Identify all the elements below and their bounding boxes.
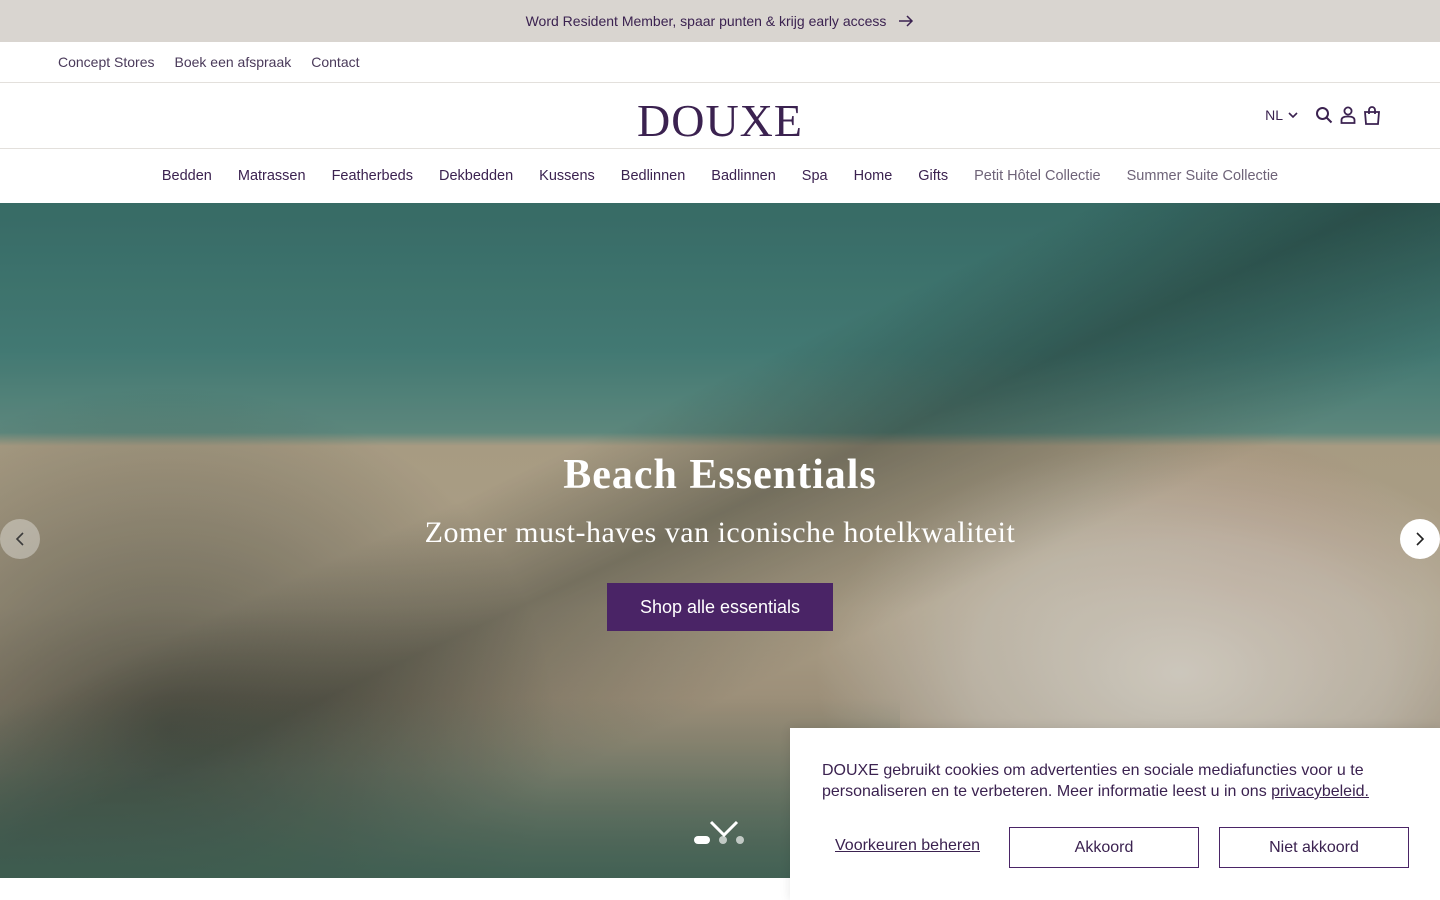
- carousel-dot-2[interactable]: [719, 836, 727, 844]
- carousel-next-button[interactable]: [1400, 519, 1440, 559]
- nav-featherbeds[interactable]: Featherbeds: [332, 168, 413, 184]
- hero-subtitle: Zomer must-haves van iconische hotelkwal…: [424, 516, 1016, 549]
- nav-spa[interactable]: Spa: [802, 168, 828, 184]
- utility-link-boek-afspraak[interactable]: Boek een afspraak: [175, 54, 292, 70]
- announcement-bar[interactable]: Word Resident Member, spaar punten & kri…: [0, 0, 1440, 42]
- search-icon[interactable]: [1314, 105, 1334, 125]
- language-label: NL: [1265, 107, 1283, 123]
- logo[interactable]: DOUXE: [637, 94, 803, 147]
- main-nav: Bedden Matrassen Featherbeds Dekbedden K…: [0, 149, 1440, 203]
- chevron-right-icon: [1416, 532, 1425, 546]
- accept-cookies-button[interactable]: Akkoord: [1009, 827, 1199, 868]
- cart-icon[interactable]: [1362, 105, 1382, 125]
- nav-dekbedden[interactable]: Dekbedden: [439, 168, 513, 184]
- carousel-dots: [694, 836, 753, 844]
- utility-link-concept-stores[interactable]: Concept Stores: [58, 54, 155, 70]
- carousel-dot-1[interactable]: [694, 836, 710, 844]
- nav-matrassen[interactable]: Matrassen: [238, 168, 306, 184]
- utility-link-contact[interactable]: Contact: [311, 54, 359, 70]
- nav-badlinnen[interactable]: Badlinnen: [711, 168, 776, 184]
- nav-petit-hotel-collectie[interactable]: Petit Hôtel Collectie: [974, 168, 1101, 184]
- privacy-policy-link[interactable]: privacybeleid.: [1271, 783, 1369, 800]
- chevron-down-icon: [1288, 111, 1298, 118]
- nav-bedden[interactable]: Bedden: [162, 168, 212, 184]
- utility-nav: Concept Stores Boek een afspraak Contact: [0, 42, 1440, 83]
- nav-bedlinnen[interactable]: Bedlinnen: [621, 168, 686, 184]
- cookie-text: DOUXE gebruikt cookies om advertenties e…: [822, 760, 1382, 802]
- site-header: DOUXE NL: [0, 83, 1440, 149]
- cookie-banner: DOUXE gebruikt cookies om advertenties e…: [790, 728, 1440, 900]
- arrow-right-icon: [899, 15, 914, 27]
- announcement-text: Word Resident Member, spaar punten & kri…: [525, 13, 887, 29]
- account-icon[interactable]: [1338, 105, 1358, 125]
- carousel-dot-3[interactable]: [736, 836, 744, 844]
- shop-essentials-button[interactable]: Shop alle essentials: [607, 583, 833, 631]
- manage-preferences-link[interactable]: Voorkeuren beheren: [835, 837, 980, 855]
- decline-cookies-button[interactable]: Niet akkoord: [1219, 827, 1409, 868]
- language-selector[interactable]: NL: [1265, 107, 1298, 123]
- hero-title: Beach Essentials: [563, 452, 877, 498]
- nav-gifts[interactable]: Gifts: [918, 168, 948, 184]
- chevron-left-icon: [15, 532, 24, 546]
- nav-kussens[interactable]: Kussens: [539, 168, 595, 184]
- nav-home[interactable]: Home: [854, 168, 893, 184]
- carousel-prev-button[interactable]: [0, 519, 40, 559]
- nav-summer-suite-collectie[interactable]: Summer Suite Collectie: [1127, 168, 1279, 184]
- header-actions: NL: [1265, 105, 1382, 125]
